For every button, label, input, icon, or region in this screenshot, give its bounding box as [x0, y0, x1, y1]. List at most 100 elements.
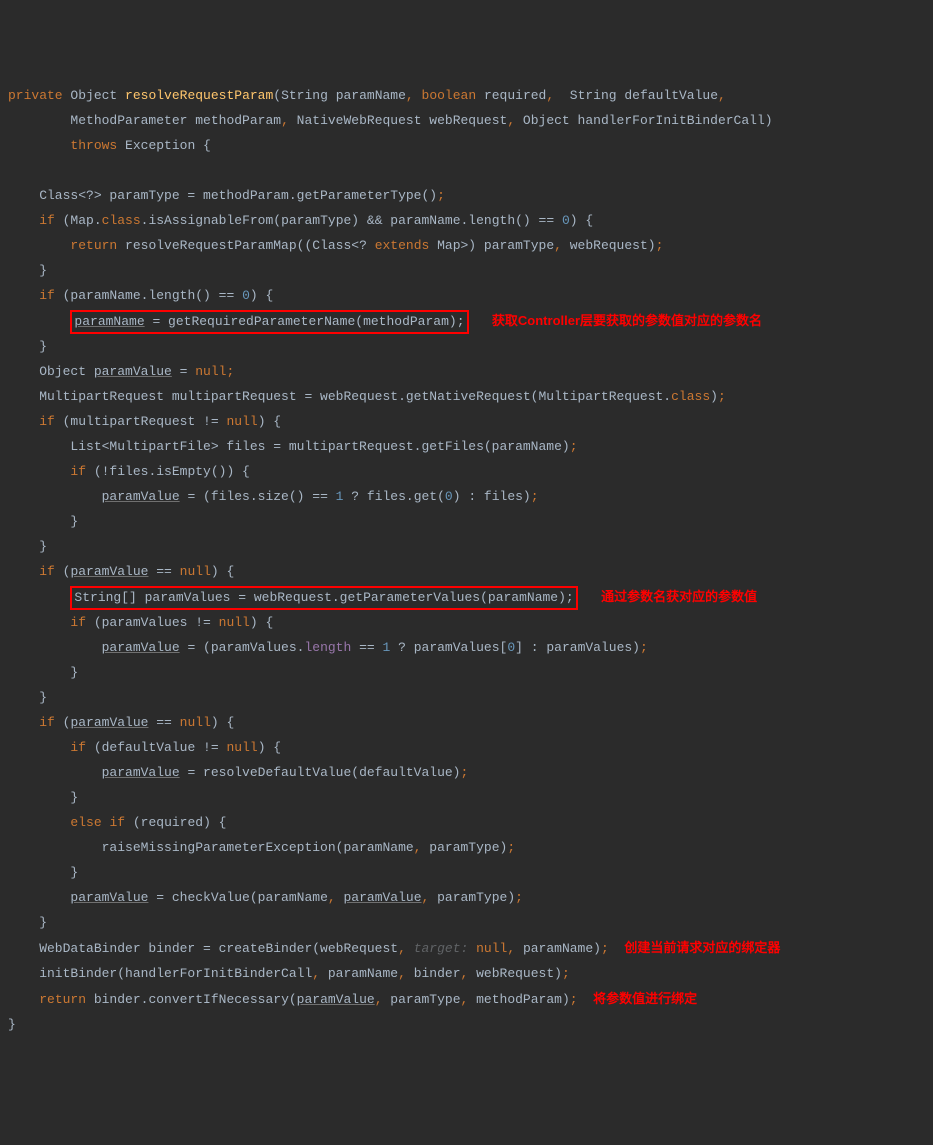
semi: ;	[656, 238, 664, 253]
annotation-4: 将参数值进行绑定	[593, 991, 697, 1006]
comma: ,	[328, 890, 336, 905]
comma: ,	[375, 992, 383, 1007]
brace-close: }	[8, 790, 78, 805]
var-paramvalue: paramValue	[102, 765, 180, 780]
code: Object	[8, 364, 94, 379]
semi: ;	[562, 966, 570, 981]
semi: ;	[640, 640, 648, 655]
code: webRequest)	[562, 238, 656, 253]
code: (	[55, 715, 71, 730]
keyword-extends: extends	[375, 238, 430, 253]
comma: ,	[507, 113, 515, 128]
code: ? files.get(	[343, 489, 444, 504]
code: ==	[148, 715, 179, 730]
semi: ;	[461, 765, 469, 780]
code: ==	[148, 564, 179, 579]
params-2a: MethodParameter methodParam	[70, 113, 281, 128]
code: = (paramValues.	[180, 640, 305, 655]
code: binder.convertIfNecessary(	[86, 992, 297, 1007]
line-paramtype: Class<?> paramType = methodParam.getPara…	[8, 188, 437, 203]
var-paramvalue: paramValue	[94, 364, 172, 379]
semi: ;	[718, 389, 726, 404]
semi: ;	[226, 364, 234, 379]
semi: ;	[531, 489, 539, 504]
brace-close: }	[8, 865, 78, 880]
semi: ;	[601, 941, 609, 956]
code: ) {	[250, 615, 273, 630]
code: MultipartRequest multipartRequest = webR…	[8, 389, 671, 404]
keyword-null: null	[180, 715, 211, 730]
code: ) {	[570, 213, 593, 228]
var-paramvalue: paramValue	[70, 564, 148, 579]
code: (paramValues !=	[86, 615, 219, 630]
code: ) {	[258, 414, 281, 429]
code: String[] paramValues = webRequest.getPar…	[74, 590, 573, 605]
code: methodParam)	[468, 992, 569, 1007]
code: ] : paramValues)	[515, 640, 640, 655]
keyword-null: null	[226, 740, 257, 755]
exception: Exception {	[117, 138, 211, 153]
number-zero: 0	[242, 288, 250, 303]
comma: ,	[546, 88, 554, 103]
keyword-if: if	[70, 464, 86, 479]
code: raiseMissingParameterException(paramName	[8, 840, 414, 855]
code: paramType	[383, 992, 461, 1007]
keyword-return: return	[70, 238, 117, 253]
keyword-null: null	[226, 414, 257, 429]
var-paramvalue: paramValue	[70, 715, 148, 730]
code: Map>) paramType	[429, 238, 554, 253]
type-object: Object	[70, 88, 117, 103]
code: (paramName.length() ==	[55, 288, 242, 303]
code: ) {	[211, 715, 234, 730]
code: binder	[406, 966, 461, 981]
number-zero: 0	[445, 489, 453, 504]
code: ) {	[211, 564, 234, 579]
code: (!files.isEmpty()) {	[86, 464, 250, 479]
code: = getRequiredParameterName(methodParam);	[145, 314, 465, 329]
code: WebDataBinder binder = createBinder(webR…	[8, 941, 398, 956]
highlight-box-2: String[] paramValues = webRequest.getPar…	[70, 586, 577, 610]
param-required: required	[476, 88, 546, 103]
comma: ,	[461, 992, 469, 1007]
keyword-if: if	[109, 815, 125, 830]
keyword-if: if	[39, 288, 55, 303]
code: resolveRequestParamMap((Class<?	[117, 238, 374, 253]
var-paramname: paramName	[74, 314, 144, 329]
keyword-class: class	[102, 213, 141, 228]
code: (required) {	[125, 815, 226, 830]
code: List<MultipartFile> files = multipartReq…	[8, 439, 570, 454]
keyword-if: if	[70, 615, 86, 630]
code: ) : files)	[453, 489, 531, 504]
brace-end: }	[8, 1017, 16, 1032]
code: webRequest)	[468, 966, 562, 981]
code: paramType)	[429, 890, 515, 905]
code: = resolveDefaultValue(defaultValue)	[180, 765, 461, 780]
keyword-if: if	[39, 414, 55, 429]
keyword-else: else	[70, 815, 101, 830]
code: (defaultValue !=	[86, 740, 226, 755]
code: = checkValue(paramName	[148, 890, 327, 905]
code: (Map.	[55, 213, 102, 228]
keyword-boolean: boolean	[422, 88, 477, 103]
code: paramType)	[421, 840, 507, 855]
code: (	[55, 564, 71, 579]
keyword-null: null	[476, 941, 507, 956]
param-hint-target: target:	[406, 941, 476, 956]
prop-length: length	[304, 640, 351, 655]
code: = (files.size() ==	[180, 489, 336, 504]
keyword-throws: throws	[70, 138, 117, 153]
var-paramvalue: paramValue	[102, 640, 180, 655]
keyword-if: if	[39, 715, 55, 730]
code-block: private Object resolveRequestParam(Strin…	[8, 83, 925, 1037]
number-zero: 0	[507, 640, 515, 655]
comma: ,	[281, 113, 289, 128]
keyword-null: null	[180, 564, 211, 579]
method-name: resolveRequestParam	[125, 88, 273, 103]
semi: ;	[570, 992, 578, 1007]
brace-close: }	[8, 915, 47, 930]
comma: ,	[398, 966, 406, 981]
params-2c: Object handlerForInitBinderCall)	[515, 113, 772, 128]
annotation-3: 创建当前请求对应的绑定器	[624, 940, 780, 955]
comma: ,	[718, 88, 726, 103]
brace-close: }	[8, 514, 78, 529]
